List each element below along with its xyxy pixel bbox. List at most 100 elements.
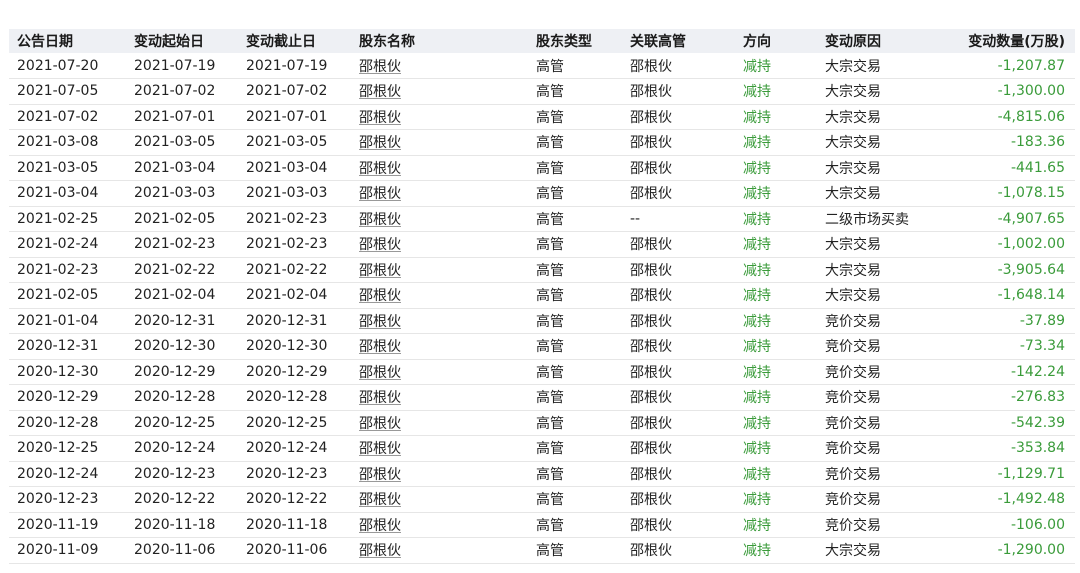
cell-holder-type: 高管 [536,84,564,101]
cell-announce-date: 2020-12-24 [17,465,99,482]
cell-announce-date: 2021-01-04 [17,312,99,329]
table-row: 2021-02-05 2021-02-04 2021-02-04 邵根伙 高管 邵根伙 减持… [9,283,1075,308]
col-header-start-date[interactable]: 变动起始日 [126,29,238,53]
col-header-holder-type[interactable]: 股东类型 [528,29,622,53]
holder-name-link[interactable]: 邵根伙 [359,212,401,228]
cell-start-date: 2020-12-25 [134,414,216,431]
holder-name-link[interactable]: 邵根伙 [359,543,401,559]
table-row: 2020-12-23 2020-12-22 2020-12-22 邵根伙 高管 邵根伙 减持… [9,487,1075,513]
holder-name-link[interactable]: 邵根伙 [359,288,401,304]
cell-end-date: 2020-12-22 [246,491,328,508]
cell-holder-name: 邵根伙 [351,538,528,564]
col-header-announce-date[interactable]: 公告日期 [9,29,126,53]
holder-name-link[interactable]: 邵根伙 [359,365,401,381]
cell-change-amount: -4,815.06 [997,108,1065,125]
holder-name-link[interactable]: 邵根伙 [359,84,401,100]
cell-start-date: 2021-03-04 [134,159,216,176]
holder-name-link[interactable]: 邵根伙 [359,135,401,151]
holder-name-link[interactable]: 邵根伙 [359,492,401,508]
table-row: 2021-01-04 2020-12-31 2020-12-31 邵根伙 高管 邵根伙 减持… [9,308,1075,334]
cell-holder-type: 高管 [536,543,564,560]
cell-announce-date: 2021-03-08 [17,134,99,151]
holder-name-link[interactable]: 邵根伙 [359,59,401,75]
cell-holder-name: 邵根伙 [351,155,528,181]
cell-direction: 减持 [743,237,771,254]
col-header-change-amount[interactable]: 变动数量(万股) [941,29,1075,53]
cell-related-exec: 邵根伙 [630,288,672,305]
table-row: 2021-03-05 2021-03-04 2021-03-04 邵根伙 高管 邵根伙 减持… [9,155,1075,181]
cell-change-reason: 竞价交易 [825,390,881,407]
cell-start-date: 2021-07-19 [134,57,216,74]
holder-name-link[interactable]: 邵根伙 [359,110,401,126]
cell-start-date: 2020-12-29 [134,363,216,380]
cell-related-exec: 邵根伙 [630,466,672,483]
holder-name-link[interactable]: 邵根伙 [359,237,401,253]
cell-direction: 减持 [743,313,771,330]
cell-holder-type: 高管 [536,237,564,254]
cell-change-amount: -1,002.00 [997,236,1065,253]
holder-name-link[interactable]: 邵根伙 [359,441,401,457]
cell-change-reason: 竞价交易 [825,364,881,381]
cell-related-exec: 邵根伙 [630,390,672,407]
cell-change-amount: -37.89 [1019,312,1065,329]
table-row: 2020-12-30 2020-12-29 2020-12-29 邵根伙 高管 邵根伙 减持… [9,359,1075,385]
col-header-related-exec[interactable]: 关联高管 [622,29,735,53]
col-header-end-date[interactable]: 变动截止日 [238,29,351,53]
cell-change-amount: -4,907.65 [997,210,1065,227]
cell-start-date: 2021-07-01 [134,108,216,125]
cell-holder-name: 邵根伙 [351,487,528,513]
holder-name-link[interactable]: 邵根伙 [359,390,401,406]
col-header-change-reason[interactable]: 变动原因 [817,29,941,53]
cell-change-amount: -3,905.64 [997,261,1065,278]
cell-end-date: 2021-03-05 [246,134,328,151]
holder-name-link[interactable]: 邵根伙 [359,416,401,432]
cell-announce-date: 2020-12-31 [17,338,99,355]
cell-end-date: 2020-11-18 [246,516,328,533]
cell-direction: 减持 [743,543,771,560]
holder-name-link[interactable]: 邵根伙 [359,467,401,483]
holder-name-link[interactable]: 邵根伙 [359,186,401,202]
cell-change-reason: 大宗交易 [825,288,881,305]
holder-name-link[interactable]: 邵根伙 [359,161,401,177]
table-row: 2020-12-24 2020-12-23 2020-12-23 邵根伙 高管 邵根伙 减持… [9,461,1075,487]
cell-end-date: 2020-12-31 [246,312,328,329]
cell-change-amount: -1,648.14 [997,287,1065,304]
cell-direction: 减持 [743,415,771,432]
cell-end-date: 2021-07-01 [246,108,328,125]
table-row: 2021-03-08 2021-03-05 2021-03-05 邵根伙 高管 邵根伙 减持… [9,130,1075,156]
cell-related-exec: 邵根伙 [630,160,672,177]
cell-direction: 减持 [743,441,771,458]
cell-related-exec: 邵根伙 [630,237,672,254]
cell-announce-date: 2020-12-25 [17,440,99,457]
holder-name-link[interactable]: 邵根伙 [359,263,401,279]
cell-holder-name: 邵根伙 [351,359,528,385]
cell-change-amount: -106.00 [1010,516,1065,533]
cell-holder-type: 高管 [536,58,564,75]
holder-name-link[interactable]: 邵根伙 [359,339,401,355]
cell-holder-type: 高管 [536,517,564,534]
cell-start-date: 2021-03-05 [134,134,216,151]
holder-name-link[interactable]: 邵根伙 [359,518,401,534]
cell-change-reason: 竞价交易 [825,415,881,432]
cell-direction: 减持 [743,339,771,356]
cell-announce-date: 2020-12-28 [17,414,99,431]
table-row: 2020-12-28 2020-12-25 2020-12-25 邵根伙 高管 邵根伙 减持… [9,410,1075,436]
holder-name-link[interactable]: 邵根伙 [359,314,401,330]
cell-announce-date: 2021-02-05 [17,287,99,304]
cell-end-date: 2020-12-28 [246,389,328,406]
cell-holder-name: 邵根伙 [351,130,528,156]
cell-announce-date: 2021-02-25 [17,210,99,227]
col-header-holder-name[interactable]: 股东名称 [351,29,528,53]
cell-start-date: 2020-12-28 [134,389,216,406]
table-row: 2021-03-04 2021-03-03 2021-03-03 邵根伙 高管 邵根伙 减持… [9,181,1075,207]
cell-holder-name: 邵根伙 [351,181,528,207]
table-row: 2021-07-05 2021-07-02 2021-07-02 邵根伙 高管 邵根伙 减持… [9,79,1075,104]
cell-holder-type: 高管 [536,466,564,483]
cell-related-exec: 邵根伙 [630,262,672,279]
cell-change-reason: 竞价交易 [825,313,881,330]
col-header-direction[interactable]: 方向 [735,29,817,53]
cell-related-exec: 邵根伙 [630,492,672,509]
cell-change-reason: 大宗交易 [825,543,881,560]
cell-change-amount: -1,300.00 [997,83,1065,100]
cell-announce-date: 2020-12-23 [17,491,99,508]
